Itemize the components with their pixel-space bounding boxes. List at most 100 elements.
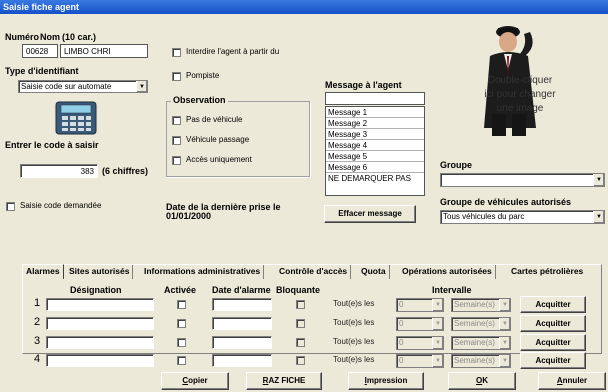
ok-button[interactable]: OK [448, 372, 516, 390]
designation-input[interactable] [46, 317, 154, 330]
type-identifiant-label: Type d'identifiant [5, 66, 79, 76]
pompiste-checkbox[interactable] [172, 72, 181, 81]
list-item[interactable]: NE DEMARQUER PAS [326, 173, 424, 184]
acquitter-button[interactable]: Acquitter [520, 352, 586, 369]
interdire-checkbox[interactable] [172, 48, 181, 57]
chevron-down-icon[interactable]: ▼ [593, 174, 604, 186]
agent-photo[interactable]: Double-cliquer ici pour changer une imag… [470, 18, 560, 138]
saisie-demandee-label: Saisie code demandée [20, 201, 102, 210]
designation-input[interactable] [46, 336, 154, 349]
chevron-down-icon[interactable]: ▼ [432, 299, 443, 311]
chevron-down-icon[interactable]: ▼ [432, 355, 443, 367]
list-item[interactable]: Message 3 [326, 129, 424, 140]
intervalle-unit: Semaine(s) [454, 300, 495, 309]
tous-les-label: Tout(e)s les [333, 299, 375, 308]
message-input[interactable] [325, 92, 425, 105]
tab-informations-administratives[interactable]: Informations administratives [141, 265, 265, 279]
photo-hint-line1: Double-cliquer [487, 75, 553, 86]
chevron-down-icon[interactable]: ▼ [432, 337, 443, 349]
designation-input[interactable] [46, 298, 154, 311]
row-number: 1 [34, 297, 41, 309]
tab-alarmes[interactable]: Alarmes [22, 264, 64, 279]
intervalle-unit-select[interactable]: Semaine(s) ▼ [451, 317, 511, 331]
intervalle-value-select[interactable]: 0 ▼ [396, 298, 444, 312]
window-title: Saisie fiche agent [0, 0, 608, 14]
derniere-prise-date: 01/01/2000 [166, 211, 212, 221]
numero-input[interactable]: 00628 [22, 44, 58, 58]
list-item[interactable]: Message 4 [326, 140, 424, 151]
date-alarme-input[interactable] [212, 336, 272, 349]
designation-input[interactable] [46, 354, 154, 367]
pas-vehicule-checkbox[interactable] [172, 116, 181, 125]
photo-hint-line3: une image [496, 103, 544, 114]
chevron-down-icon[interactable]: ▼ [499, 355, 510, 367]
chevron-down-icon[interactable]: ▼ [136, 81, 147, 92]
tous-les-label: Tout(e)s les [333, 355, 375, 364]
bloquante-checkbox[interactable] [296, 338, 305, 347]
groupe-select[interactable]: ▼ [440, 173, 605, 187]
intervalle-value-select[interactable]: 0 ▼ [396, 317, 444, 331]
code-hint: (6 chiffres) [102, 166, 149, 176]
tab-quota[interactable]: Quota [358, 265, 390, 279]
date-alarme-input[interactable] [212, 317, 272, 330]
groupe-label: Groupe [440, 160, 473, 170]
type-identifiant-value: Saisie code sur automate [21, 82, 112, 91]
keypad-terminal-icon [54, 100, 98, 136]
date-alarme-input[interactable] [212, 298, 272, 311]
groupe-vehicules-select[interactable]: Tous véhicules du parc ▼ [440, 210, 605, 224]
raz-fiche-button[interactable]: RAZ FICHE [246, 372, 322, 390]
row-number: 3 [34, 335, 41, 347]
chevron-down-icon[interactable]: ▼ [432, 318, 443, 330]
bloquante-checkbox[interactable] [296, 356, 305, 365]
header-designation: Désignation [70, 285, 122, 295]
chevron-down-icon[interactable]: ▼ [593, 211, 604, 223]
intervalle-value-select[interactable]: 0 ▼ [396, 354, 444, 368]
intervalle-unit-select[interactable]: Semaine(s) ▼ [451, 298, 511, 312]
activee-checkbox[interactable] [177, 300, 186, 309]
activee-checkbox[interactable] [177, 356, 186, 365]
header-bloquante: Bloquante [276, 285, 320, 295]
intervalle-value-select[interactable]: 0 ▼ [396, 336, 444, 350]
effacer-message-button[interactable]: Effacer message [324, 205, 416, 223]
list-item[interactable]: Message 1 [326, 107, 424, 118]
date-alarme-input[interactable] [212, 354, 272, 367]
chevron-down-icon[interactable]: ▼ [499, 299, 510, 311]
code-label: Entrer le code à saisir [5, 140, 99, 150]
row-number: 4 [34, 353, 41, 365]
activee-checkbox[interactable] [177, 319, 186, 328]
bloquante-checkbox[interactable] [296, 300, 305, 309]
list-item[interactable]: Message 2 [326, 118, 424, 129]
acces-uniquement-checkbox[interactable] [172, 156, 181, 165]
code-input[interactable]: 383 [20, 164, 98, 178]
chevron-down-icon[interactable]: ▼ [499, 337, 510, 349]
intervalle-unit: Semaine(s) [454, 356, 495, 365]
nom-hint: (10 car.) [62, 32, 97, 42]
vehicule-passage-checkbox[interactable] [172, 136, 181, 145]
intervalle-unit-select[interactable]: Semaine(s) ▼ [451, 354, 511, 368]
list-item[interactable]: Message 6 [326, 162, 424, 173]
intervalle-value: 0 [399, 356, 404, 365]
copier-button[interactable]: Copier [161, 372, 229, 390]
tab-operations-autorisees[interactable]: Opérations autorisées [399, 265, 496, 279]
acquitter-button[interactable]: Acquitter [520, 334, 586, 351]
tab-cartes-petrolieres[interactable]: Cartes pétrolières [508, 265, 586, 279]
saisie-demandee-checkbox[interactable] [6, 202, 15, 211]
activee-checkbox[interactable] [177, 338, 186, 347]
nom-input[interactable]: LIMBO CHRI [60, 44, 148, 58]
tab-sites-autorises[interactable]: Sites autorisés [66, 265, 134, 279]
chevron-down-icon[interactable]: ▼ [499, 318, 510, 330]
annuler-button[interactable]: Annuler [538, 372, 606, 390]
intervalle-value: 0 [399, 300, 404, 309]
intervalle-unit-select[interactable]: Semaine(s) ▼ [451, 336, 511, 350]
acquitter-button[interactable]: Acquitter [520, 315, 586, 332]
tab-controle-acces[interactable]: Contrôle d'accès [276, 265, 352, 279]
interdire-label: Interdire l'agent à partir du [186, 47, 280, 56]
message-list[interactable]: Message 1 Message 2 Message 3 Message 4 … [325, 106, 425, 196]
acces-uniquement-label: Accès uniquement [186, 155, 252, 164]
header-date-alarme: Date d'alarme [212, 285, 271, 295]
bloquante-checkbox[interactable] [296, 319, 305, 328]
acquitter-button[interactable]: Acquitter [520, 296, 586, 313]
impression-button[interactable]: Impression [348, 372, 424, 390]
type-identifiant-select[interactable]: Saisie code sur automate ▼ [18, 80, 148, 93]
list-item[interactable]: Message 5 [326, 151, 424, 162]
